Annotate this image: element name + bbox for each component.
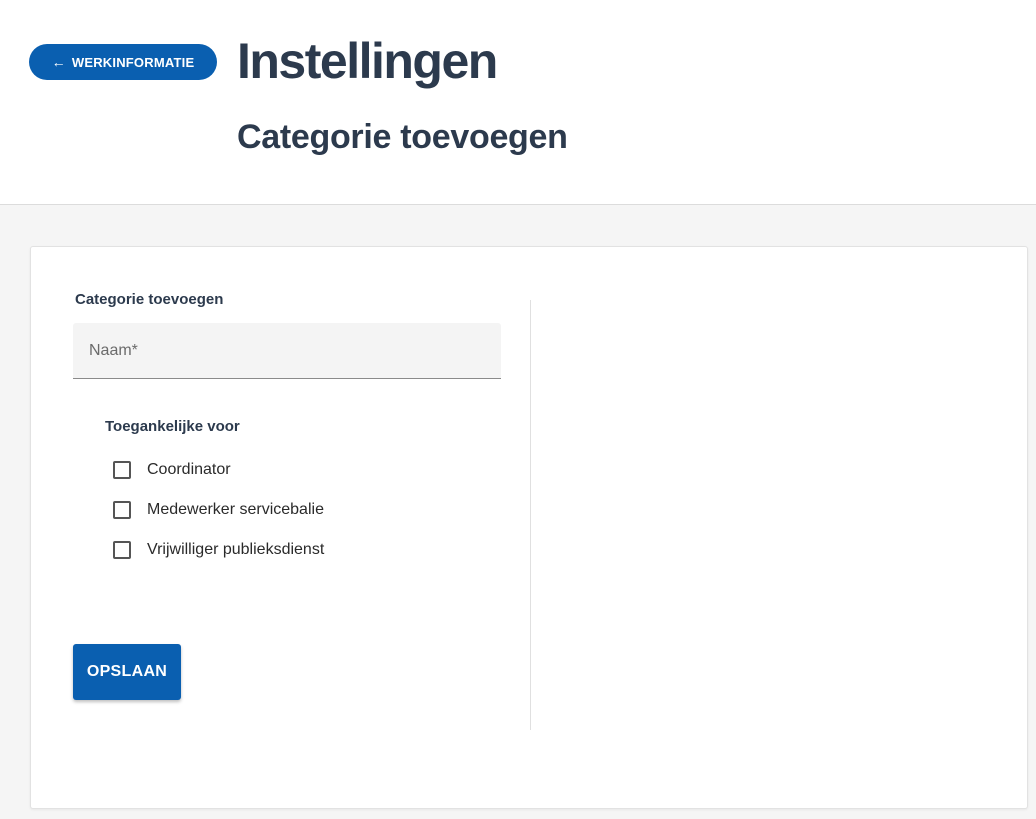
checkbox-unchecked-icon[interactable] (113, 461, 131, 479)
form-card: Categorie toevoegen Toegankelijke voor C… (30, 246, 1028, 809)
role-label: Coordinator (147, 461, 231, 478)
page-header: ← WERKINFORMATIE Instellingen Categorie … (0, 0, 1036, 205)
checkbox-unchecked-icon[interactable] (113, 541, 131, 559)
save-button[interactable]: OPSLAAN (73, 644, 181, 700)
name-field[interactable] (73, 323, 501, 379)
role-checkbox-coordinator[interactable]: Coordinator (113, 458, 231, 482)
column-divider (530, 300, 531, 730)
role-label: Medewerker servicebalie (147, 501, 324, 518)
page-subtitle: Categorie toevoegen (237, 118, 568, 156)
back-button-label: WERKINFORMATIE (71, 54, 195, 70)
checkbox-unchecked-icon[interactable] (113, 501, 131, 519)
page-title: Instellingen (237, 33, 498, 89)
access-label: Toegankelijke voor (105, 418, 240, 435)
role-checkbox-medewerker-servicebalie[interactable]: Medewerker servicebalie (113, 498, 324, 522)
arrow-left-icon: ← (51, 54, 66, 70)
role-label: Vrijwilliger publieksdienst (147, 541, 325, 558)
back-to-werkinformatie-button[interactable]: ← WERKINFORMATIE (29, 44, 217, 80)
role-checkbox-vrijwilliger-publieksdienst[interactable]: Vrijwilliger publieksdienst (113, 538, 324, 562)
form-section-label: Categorie toevoegen (75, 291, 224, 308)
